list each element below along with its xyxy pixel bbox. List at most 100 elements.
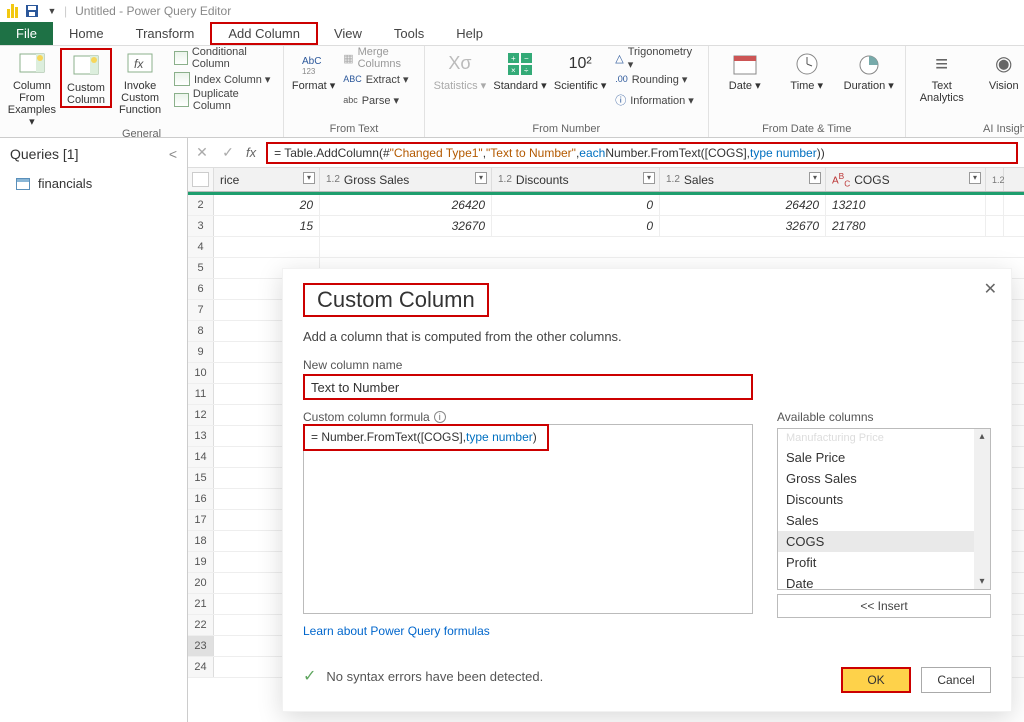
available-column-item[interactable]: Sales [778, 510, 990, 531]
formula-cancel-icon[interactable]: ✕ [194, 144, 210, 161]
row-header[interactable]: 3 [188, 216, 214, 236]
information-button[interactable]: ⓘInformation ▾ [611, 90, 702, 110]
close-icon[interactable]: ✕ [984, 279, 997, 299]
save-icon[interactable] [24, 3, 40, 19]
scientific-button[interactable]: 10²Scientific ▾ [551, 48, 609, 92]
formula-input[interactable]: = Table.AddColumn(#"Changed Type1", "Tex… [266, 142, 1018, 164]
cell[interactable]: 26420 [320, 195, 492, 215]
row-header[interactable]: 8 [188, 321, 214, 341]
scrollbar[interactable]: ▴▾ [974, 429, 990, 589]
table-row[interactable]: 3 15 32670 0 32670 21780 [188, 216, 1024, 237]
trigonometry-button[interactable]: △Trigonometry ▾ [611, 48, 702, 68]
row-header[interactable]: 20 [188, 573, 214, 593]
row-header[interactable]: 9 [188, 342, 214, 362]
row-header[interactable]: 23 [188, 636, 214, 656]
available-columns-list[interactable]: Manufacturing PriceSale PriceGross Sales… [777, 428, 991, 590]
row-header[interactable]: 5 [188, 258, 214, 278]
cancel-button[interactable]: Cancel [921, 667, 991, 693]
merge-columns-button[interactable]: ▦Merge Columns [339, 48, 418, 68]
column-header-discounts[interactable]: 1.2Discounts▾ [492, 168, 660, 191]
collapse-icon[interactable]: < [169, 146, 177, 162]
column-header-sales[interactable]: 1.2Sales▾ [660, 168, 826, 191]
format-button[interactable]: AbC123 Format ▾ [290, 48, 337, 92]
row-header[interactable]: 14 [188, 447, 214, 467]
menu-add-column[interactable]: Add Column [210, 22, 318, 45]
parse-button[interactable]: abcParse ▾ [339, 90, 418, 110]
row-header[interactable]: 22 [188, 615, 214, 635]
row-header[interactable]: 10 [188, 363, 214, 383]
column-from-examples-button[interactable]: Column From Examples ▾ [6, 48, 58, 128]
available-column-item[interactable]: Manufacturing Price [778, 429, 990, 447]
vision-button[interactable]: ◉Vision [974, 48, 1024, 92]
menu-file[interactable]: File [0, 22, 53, 45]
qat-dropdown-icon[interactable]: ▼ [44, 3, 60, 19]
info-icon[interactable]: i [434, 411, 446, 423]
available-column-item[interactable]: Date [778, 573, 990, 590]
cell[interactable]: 20 [214, 195, 320, 215]
row-header[interactable]: 13 [188, 426, 214, 446]
table-row[interactable]: 4 [188, 237, 1024, 258]
filter-dropdown-icon[interactable]: ▾ [475, 172, 487, 184]
menu-view[interactable]: View [318, 22, 378, 45]
queries-pane-header[interactable]: Queries [1] < [0, 138, 187, 170]
row-header[interactable]: 11 [188, 384, 214, 404]
index-column-button[interactable]: Index Column ▾ [170, 69, 277, 89]
query-item-financials[interactable]: financials [0, 170, 187, 197]
available-column-item[interactable]: Discounts [778, 489, 990, 510]
column-header-price[interactable]: rice▾ [214, 168, 320, 191]
menu-help[interactable]: Help [440, 22, 499, 45]
text-analytics-button[interactable]: ≡Text Analytics [912, 48, 972, 104]
duration-button[interactable]: Duration ▾ [839, 48, 899, 92]
row-header[interactable]: 2 [188, 195, 214, 215]
cell[interactable]: 0 [492, 195, 660, 215]
standard-button[interactable]: +−×÷Standard ▾ [491, 48, 549, 92]
conditional-column-button[interactable]: Conditional Column [170, 48, 277, 68]
row-header[interactable]: 17 [188, 510, 214, 530]
ok-button[interactable]: OK [841, 667, 911, 693]
rounding-button[interactable]: .00Rounding ▾ [611, 69, 702, 89]
row-header[interactable]: 24 [188, 657, 214, 677]
row-header[interactable]: 16 [188, 489, 214, 509]
available-column-item[interactable]: Profit [778, 552, 990, 573]
menu-transform[interactable]: Transform [120, 22, 211, 45]
select-all-corner[interactable] [188, 168, 214, 191]
invoke-custom-function-button[interactable]: fx Invoke Custom Function [114, 48, 166, 116]
row-header[interactable]: 15 [188, 468, 214, 488]
row-header[interactable]: 18 [188, 531, 214, 551]
cell[interactable] [986, 195, 1004, 215]
filter-dropdown-icon[interactable]: ▾ [969, 172, 981, 184]
filter-dropdown-icon[interactable]: ▾ [303, 172, 315, 184]
custom-formula-textarea[interactable]: = Number.FromText([COGS],type number) [303, 424, 753, 614]
filter-dropdown-icon[interactable]: ▾ [643, 172, 655, 184]
cell[interactable]: 0 [492, 216, 660, 236]
cell[interactable]: 32670 [320, 216, 492, 236]
menu-home[interactable]: Home [53, 22, 120, 45]
column-header-next[interactable]: 1.2 [986, 168, 1004, 191]
date-button[interactable]: Date ▾ [715, 48, 775, 92]
new-column-name-input[interactable] [303, 374, 753, 400]
cell[interactable]: 21780 [826, 216, 986, 236]
insert-button[interactable]: << Insert [777, 594, 991, 618]
scroll-down-icon[interactable]: ▾ [979, 576, 984, 587]
formula-commit-icon[interactable]: ✓ [220, 144, 236, 161]
cell[interactable]: 32670 [660, 216, 826, 236]
row-header[interactable]: 7 [188, 300, 214, 320]
extract-button[interactable]: ABCExtract ▾ [339, 69, 418, 89]
fx-icon[interactable]: fx [246, 145, 256, 160]
cell[interactable]: 13210 [826, 195, 986, 215]
menu-tools[interactable]: Tools [378, 22, 440, 45]
available-column-item[interactable]: Gross Sales [778, 468, 990, 489]
cell[interactable] [214, 237, 320, 257]
cell[interactable] [986, 216, 1004, 236]
scroll-up-icon[interactable]: ▴ [979, 431, 984, 442]
available-column-item[interactable]: COGS [778, 531, 990, 552]
time-button[interactable]: Time ▾ [777, 48, 837, 92]
row-header[interactable]: 6 [188, 279, 214, 299]
available-column-item[interactable]: Sale Price [778, 447, 990, 468]
duplicate-column-button[interactable]: Duplicate Column [170, 90, 277, 110]
cell[interactable]: 15 [214, 216, 320, 236]
row-header[interactable]: 12 [188, 405, 214, 425]
row-header[interactable]: 21 [188, 594, 214, 614]
column-header-gross-sales[interactable]: 1.2Gross Sales▾ [320, 168, 492, 191]
cell[interactable]: 26420 [660, 195, 826, 215]
